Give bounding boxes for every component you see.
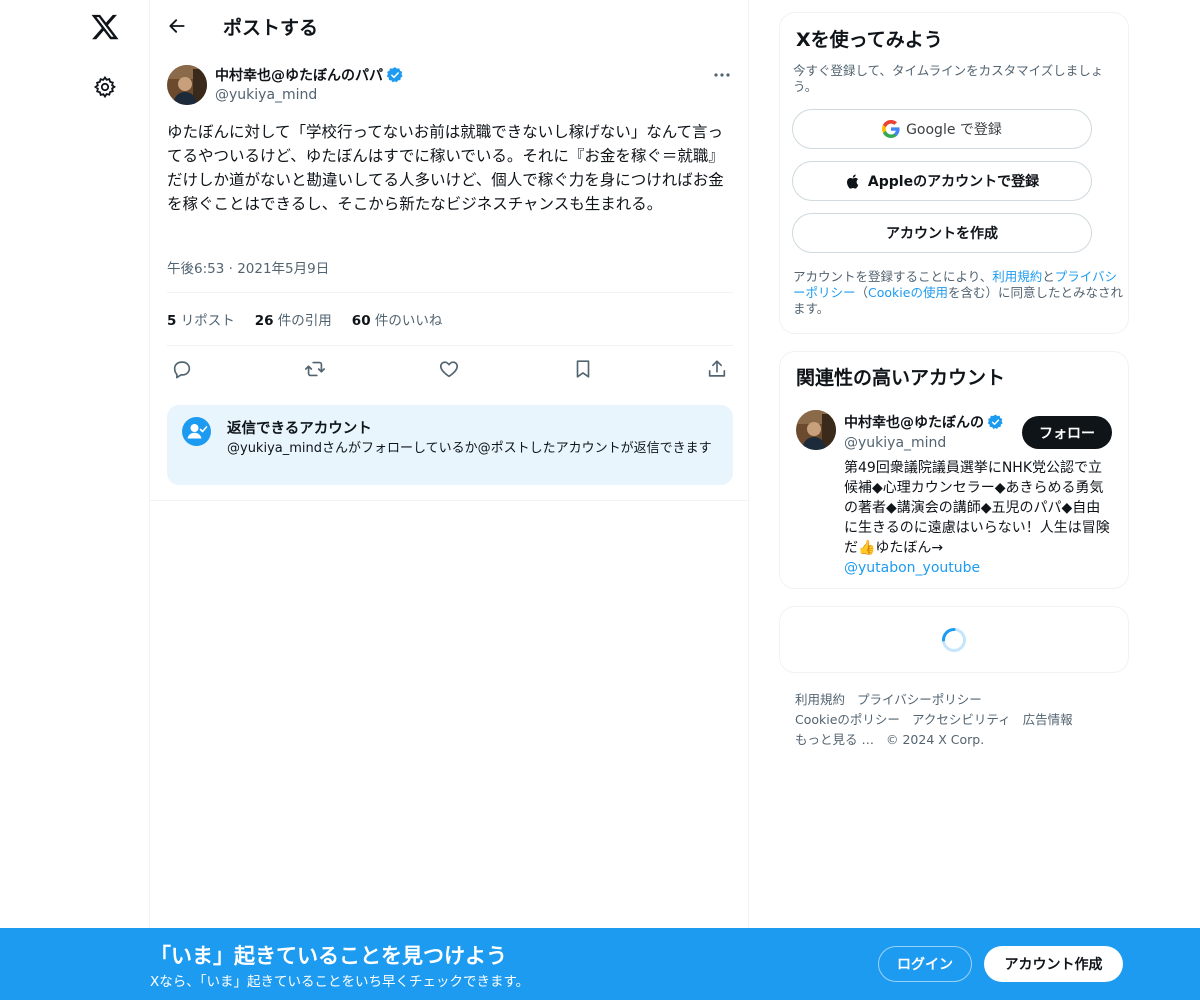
verified-badge-icon [987, 414, 1003, 429]
quotes-stat[interactable]: 26 件の引用 [255, 309, 332, 329]
reply-restriction-box: 返信できるアカウント @yukiya_mindさんがフォローしているか@ポストし… [167, 405, 733, 485]
reply-restriction-title: 返信できるアカウント [227, 421, 372, 437]
banner-title: 「いま」起きていることを見つけよう [150, 944, 507, 968]
related-avatar[interactable] [796, 410, 836, 450]
apple-icon [846, 173, 859, 189]
footer-link-privacy[interactable]: プライバシーポリシー [857, 692, 982, 707]
verified-badge-icon [386, 67, 403, 83]
footer-link-ads[interactable]: 広告情報 [1023, 712, 1073, 727]
likes-stat[interactable]: 60 件のいいね [352, 309, 443, 329]
google-signup-button[interactable]: Google で登録 [792, 109, 1092, 149]
reposts-count: 5 [167, 313, 177, 329]
footer-link-terms[interactable]: 利用規約 [795, 692, 845, 707]
loading-spinner-icon [940, 626, 968, 654]
related-name[interactable]: 中村幸也@ゆたぼんのパパ [844, 412, 1004, 432]
google-icon [882, 120, 900, 138]
related-bio-link[interactable]: @yutabon_youtube [844, 560, 980, 576]
login-button[interactable]: ログイン [878, 946, 972, 982]
related-bio-text: 第49回衆議院議員選挙にNHK党公認で立候補◆心理カウンセラー◆あきらめる勇気の… [844, 460, 1110, 556]
apple-signup-label: Appleのアカウントで登録 [867, 174, 1040, 190]
page-title: ポストする [223, 17, 319, 39]
terms-text-mid1: と [1042, 269, 1055, 284]
related-bio: 第49回衆議院議員選挙にNHK党公認で立候補◆心理カウンセラー◆あきらめる勇気の… [844, 458, 1110, 578]
reposts-label: リポスト [180, 313, 235, 329]
main-column: ポストする 中村幸也@ゆたぼんのパパ @yukiya_mind ゆたぼんに対して… [149, 0, 750, 1000]
likes-label: 件のいいね [374, 313, 443, 329]
back-arrow-icon[interactable] [167, 16, 187, 36]
related-name-text: 中村幸也@ゆたぼんのパパ [844, 415, 984, 431]
author-name-text: 中村幸也@ゆたぼんのパパ [215, 68, 383, 84]
footer-link-more[interactable]: もっと見る … [795, 732, 874, 747]
terms-of-service-link[interactable]: 利用規約 [992, 269, 1042, 284]
tweet-text: ゆたぼんに対して「学校行ってないお前は就職できないし稼げない」なんて言ってるやつ… [167, 123, 724, 213]
share-icon[interactable] [706, 358, 728, 380]
gear-icon[interactable] [93, 75, 117, 99]
footer-copyright: © 2024 X Corp. [885, 732, 985, 747]
signup-title: Xを使ってみよう [796, 29, 943, 51]
terms-text-mid2: （ [855, 285, 869, 300]
author-name[interactable]: 中村幸也@ゆたぼんのパパ [215, 65, 404, 85]
reply-restriction-description: @yukiya_mindさんがフォローしているか@ポストしたアカウントが返信でき… [227, 441, 712, 456]
avatar[interactable] [167, 65, 207, 105]
related-accounts-card: 関連性の高いアカウント 中村幸也@ゆたぼんのパパ @yukiya_mind フォ… [779, 351, 1129, 589]
banner-create-account-button[interactable]: アカウント作成 [984, 946, 1123, 982]
tweet-timestamp[interactable]: 午後6:53 · 2021年5月9日 [167, 257, 329, 277]
signup-terms: アカウントを登録することにより、利用規約とプライバシーポリシー（Cookieの使… [793, 269, 1123, 317]
tweet: 中村幸也@ゆたぼんのパパ @yukiya_mind ゆたぼんに対して「学校行って… [150, 53, 750, 501]
reposts-stat[interactable]: 5 リポスト [167, 309, 235, 329]
related-title: 関連性の高いアカウント [796, 367, 1006, 389]
terms-text-pre: アカウントを登録することにより、 [793, 269, 993, 284]
quotes-count: 26 [254, 313, 274, 329]
follow-button[interactable]: フォロー [1022, 416, 1112, 449]
reply-icon[interactable] [171, 358, 193, 380]
footer-links: 利用規約 プライバシーポリシー Cookieのポリシー アクセシビリティ 広告情報 も… [795, 690, 1125, 750]
signup-card: Xを使ってみよう 今すぐ登録して、タイムラインをカスタマイズしましょう。 Goo… [779, 12, 1129, 334]
create-account-button[interactable]: アカウントを作成 [792, 213, 1092, 253]
left-nav [0, 0, 150, 1000]
footer-link-cookie[interactable]: Cookieのポリシー [795, 712, 900, 727]
tweet-actions [167, 356, 733, 382]
x-logo-icon[interactable] [90, 12, 120, 42]
author-handle[interactable]: @yukiya_mind [215, 87, 317, 103]
create-account-label: アカウントを作成 [886, 226, 998, 242]
apple-signup-button[interactable]: Appleのアカウントで登録 [792, 161, 1092, 201]
banner-subtitle: Xなら、「いま」起きていることをいち早くチェックできます。 [150, 974, 530, 990]
tweet-stats: 5 リポスト 26 件の引用 60 件のいいね [167, 292, 733, 346]
likes-count: 60 [351, 313, 371, 329]
login-banner: 「いま」起きていることを見つけよう Xなら、「いま」起きていることをいち早くチェ… [0, 928, 1200, 1000]
repost-icon[interactable] [304, 358, 326, 380]
loading-card [779, 606, 1129, 673]
footer-link-accessibility[interactable]: アクセシビリティ [912, 712, 1011, 727]
google-signup-label: Google で登録 [906, 122, 1002, 138]
cookie-use-link[interactable]: Cookieの使用 [868, 285, 948, 300]
main-header: ポストする [150, 0, 750, 53]
more-options-icon[interactable] [712, 65, 732, 85]
like-icon[interactable] [438, 358, 460, 380]
signup-subtitle: 今すぐ登録して、タイムラインをカスタマイズしましょう。 [793, 63, 1104, 94]
bookmark-icon[interactable] [572, 358, 594, 380]
quotes-label: 件の引用 [277, 313, 332, 329]
related-handle[interactable]: @yukiya_mind [844, 435, 946, 451]
reply-restriction-icon [182, 417, 211, 446]
